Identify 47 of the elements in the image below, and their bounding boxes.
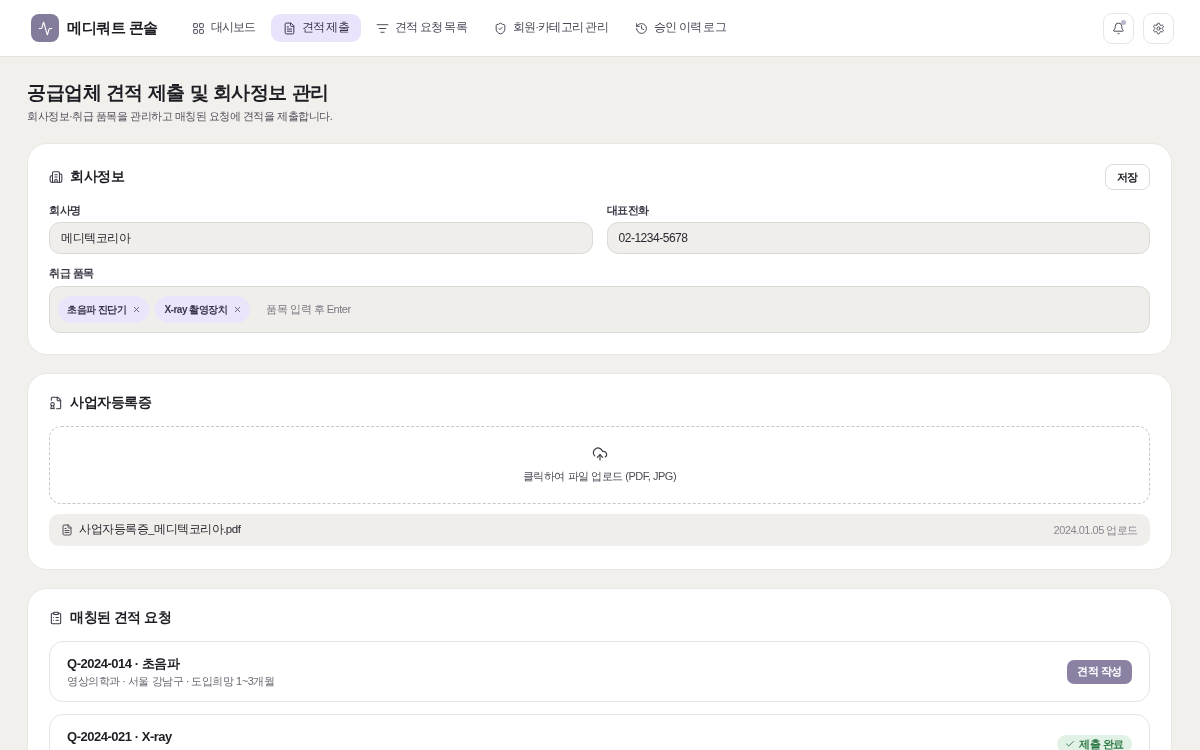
field-label: 취급 품목 (49, 266, 95, 281)
document-icon (282, 21, 296, 35)
upload-dropzone[interactable]: 클릭하여 파일 업로드 (PDF, JPG) (49, 426, 1150, 504)
status-label: 제출 완료 (1079, 738, 1124, 750)
filter-icon (375, 21, 389, 35)
grid-icon (191, 21, 205, 35)
section-title: 회사정보 (70, 167, 125, 186)
settings-button[interactable] (1143, 12, 1174, 44)
field-label: 회사명 (49, 203, 82, 218)
clipboard-icon (49, 611, 63, 625)
nav-tab[interactable]: 승인 이력 로그 (622, 14, 738, 42)
write-quote-button[interactable]: 견적 작성 (1067, 659, 1132, 684)
nav-tab[interactable]: 대시보드 (179, 14, 268, 42)
cloud-upload-icon (591, 445, 608, 462)
bell-icon (1112, 21, 1125, 35)
nav-tab[interactable]: 회원·카테고리 관리 (481, 14, 620, 42)
request-title: Q-2024-021 · X-ray (67, 728, 172, 746)
history-icon (634, 21, 648, 35)
nav-tab[interactable]: 견적 요청 목록 (363, 14, 479, 42)
check-icon (1065, 739, 1076, 749)
page-title: 공급업체 견적 제출 및 회사정보 관리 (27, 81, 330, 105)
file-badge-icon (49, 396, 63, 410)
text-input[interactable]: 메디텍코리아 (49, 222, 593, 254)
request-details: 영상의학과 · 서울 강남구 · 도입희망 1~3개월 (67, 674, 275, 689)
item-input[interactable]: 품목 입력 후 Enter (266, 301, 1141, 318)
remove-icon[interactable] (233, 305, 243, 314)
tag-label: X-ray 촬영장치 (164, 303, 228, 317)
app-name: 메디쿼트 콘솔 (67, 17, 158, 38)
remove-icon[interactable] (132, 305, 142, 314)
shield-check-icon (493, 21, 507, 35)
save-button[interactable]: 저장 (1104, 164, 1150, 190)
building-icon (49, 170, 63, 184)
field-label: 대표전화 (606, 203, 650, 218)
logo-icon (31, 14, 59, 42)
section-title: 사업자등록증 (70, 393, 152, 412)
page-subtitle: 회사정보·취급 품목을 관리하고 매칭된 요청에 견적을 제출합니다. (27, 109, 334, 124)
notifications-button[interactable] (1103, 12, 1134, 44)
tags-field[interactable]: 초음파 진단기 X-ray 촬영장치 품목 입력 후 Enter (49, 286, 1150, 333)
file-icon (61, 524, 73, 536)
tag-label: 초음파 진단기 (67, 303, 127, 317)
nav-tab[interactable]: 견적 제출 (270, 14, 361, 42)
section-title: 매칭된 견적 요청 (70, 608, 172, 627)
text-input[interactable]: 02-1234-5678 (606, 222, 1150, 254)
settings-icon (1152, 21, 1165, 35)
file-name: 사업자등록증_메디텍코리아.pdf (79, 522, 241, 538)
upload-date: 2024.01.05 업로드 (1053, 522, 1138, 538)
request-title: Q-2024-014 · 초음파 (67, 655, 181, 673)
